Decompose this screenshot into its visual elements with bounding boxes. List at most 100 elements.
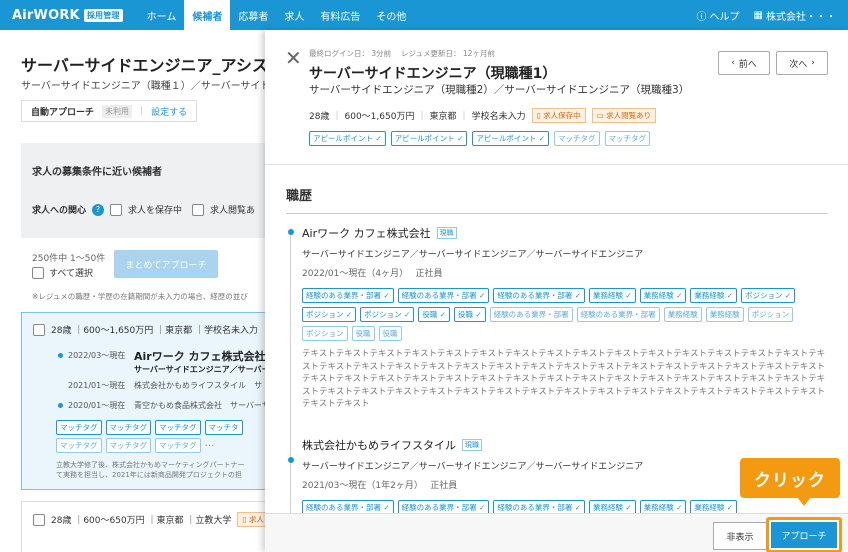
company-menu[interactable]: ▦ 株式会社・・・ [754,8,836,23]
select-all[interactable]: すべて選択 [32,266,93,279]
select-all-label: すべて選択 [49,269,94,279]
check-icon: ✓ [476,503,486,512]
help-icon: ⓘ [696,11,707,23]
appeal-tag: アピールポイント ✓ [472,131,550,146]
skill-tag-label: 役職 [422,310,438,319]
description-line: て実務を担当し、2021年には新商品開発プロジェクトの担 [56,471,242,479]
auto-approach-box: 自動アプローチ 未利用 | 設定する [21,100,198,122]
approach-button[interactable]: アプローチ [771,522,837,548]
check-icon: ✓ [623,291,632,300]
skill-tag-label: 業務経験 [709,310,740,319]
nav-candidates[interactable]: 候補者 [184,0,231,30]
skill-tag: 役職 ✓ [418,307,451,322]
match-tag: マッチタ [204,420,243,435]
skill-tag: ポジション [747,307,794,322]
auto-approach-settings-link[interactable]: 設定する [151,105,187,118]
skill-tag-label: 経験のある業界・部署 [497,503,573,512]
result-count: 250件中 1〜50件 [32,254,106,264]
auto-approach-status: 未利用 [102,104,133,118]
skill-tag-label: ポジション [745,291,783,300]
bulk-approach-button[interactable]: まとめてアプローチ [114,250,218,278]
timeline-dot [58,353,63,358]
nav-other[interactable]: その他 [368,0,414,30]
help-link[interactable]: ⓘ ヘルプ [697,8,740,23]
section-title-career: 職歴 [286,189,313,204]
skill-tag-label: 経験のある業界・部署 [401,291,477,300]
job-role: サーバーサイドエンジニア／サーバーサイドエンジニア／サーバーサイドエンジニア [302,462,644,472]
page-title: サーバーサイドエンジニア_アシス [21,56,268,75]
question-icon[interactable]: ? [92,203,105,216]
check-icon: ✓ [381,291,390,300]
appeal-tag-label: アピールポイント [313,134,373,143]
chevron-right-icon: › [811,58,815,68]
company-name: 株式会社・・・ [766,11,836,23]
candidate-summary: 28歳 ｜600〜650万円 ｜東京都 ｜立教大学 [51,516,232,526]
nav-applicants[interactable]: 応募者 [230,0,276,30]
timeline-dot [288,457,294,463]
logo-text: AirWORK [12,7,80,23]
close-icon[interactable]: ✕ [285,48,302,68]
job-period: 2022/01〜現在（4ヶ月） 正社員 [302,269,443,279]
career-company: 青空かもめ食品株式会社 サーバーサ [134,401,270,410]
candidate-subtitle: サーバーサイドエンジニア（現職種2）／サーバーサイドエンジニア（現職種3） [309,84,690,96]
candidate-card[interactable]: 28歳 ｜600〜1,650万円 ｜東京都 ｜学校名未入力 2022/03〜現在… [21,312,271,490]
candidate-checkbox[interactable] [33,323,45,336]
saved-label: 求人を保存中 [128,206,183,216]
skill-tag-label: 業務経験 [593,291,624,300]
appeal-tag-label: アピールポイント [394,134,455,143]
job-company: 株式会社かもめライフスタイル [302,439,456,452]
select-all-checkbox[interactable] [32,266,44,279]
skill-tag-label: ポジション [306,310,344,319]
bookmark-icon: ▯ [242,515,247,524]
top-nav-bar: AirWORK 採用管理 ホーム 候補者 応募者 求人 有料広告 その他 ⓘ ヘ… [0,0,848,30]
check-icon: ✓ [457,134,464,143]
skill-tag-label: 業務経験 [593,503,624,512]
approach-button-highlight: アプローチ [766,517,842,552]
skill-tag-label: 経験のある業界・部署 [401,503,477,512]
next-label: 次へ [789,59,808,70]
match-tag: マッチタグ [604,131,651,146]
hide-button[interactable]: 非表示 [713,522,767,550]
description-line: 立教大学修了後、株式会社かもめマーケティングパートナー [56,461,245,469]
appeal-tag: アピールポイント ✓ [390,131,468,146]
skill-tag: 経験のある業界・部署 [489,307,573,322]
skill-tag-label: 役職 [355,329,371,338]
page-subtitle: サーバーサイドエンジニア（職種１）／サーバーサイドエン [21,81,291,92]
skill-tag-label: 業務経験 [694,503,725,512]
skill-tag: ポジション [302,326,348,341]
detail-footer: 非表示 アプローチ [265,513,848,552]
prev-button[interactable]: ‹ 前へ [718,51,770,75]
check-icon: ✓ [401,310,411,319]
candidate-summary: 28歳 ｜600〜1,650万円 ｜東京都 ｜学校名未入力 [51,326,258,336]
candidate-card[interactable]: 28歳 ｜600〜650万円 ｜東京都 ｜立教大学 ▯ 求人 [21,501,271,552]
skill-tag: 業務経験 ✓ [690,288,738,303]
match-tag: マッチタグ [105,420,151,435]
saved-badge-label: 求人保存中 [543,111,581,120]
main-nav: ホーム 候補者 応募者 求人 有料広告 その他 [139,0,415,30]
check-icon: ✓ [623,503,632,512]
skill-tag: 業務経験 ✓ [639,288,687,303]
skill-tag-label: 経験のある業界・部署 [306,503,381,512]
skill-tag-label: 経験のある業界・部署 [306,291,381,300]
viewed-badge-label: 求人閲覧あり [606,111,652,120]
viewed-checkbox[interactable] [192,203,205,216]
current-job-badge: 現職 [436,227,457,239]
nav-paid-ads[interactable]: 有料広告 [312,0,368,30]
skill-tag: 経験のある業界・部署 ✓ [493,288,586,303]
job-company-line: Airワーク カフェ株式会社 現職 [302,225,457,241]
skill-tag: 経験のある業界・部署 ✓ [397,288,490,303]
check-icon: ✓ [476,291,486,300]
match-tags-light: マッチタグ マッチタグ マッチタグ … [56,438,215,453]
nav-jobs[interactable]: 求人 [276,0,312,30]
viewed-badge: ▭ 求人閲覧あり [591,108,657,123]
airwork-logo[interactable]: AirWORK 採用管理 [12,8,123,23]
filter-panel: 求人の募集条件に近い候補者 求人への関心 ? 求人を保存中 求人閲覧あ [21,143,271,238]
next-button[interactable]: 次へ › [776,51,828,75]
saved-badge-label: 求人 [248,515,264,524]
candidate-description: 立教大学修了後、株式会社かもめマーケティングパートナー て実務を担当し、2021… [56,460,244,480]
nav-home[interactable]: ホーム [139,0,185,30]
candidate-checkbox[interactable] [33,513,45,526]
saved-checkbox[interactable] [110,203,123,216]
appeal-tag-label: アピールポイント [476,134,537,143]
check-icon: ✓ [572,291,582,300]
